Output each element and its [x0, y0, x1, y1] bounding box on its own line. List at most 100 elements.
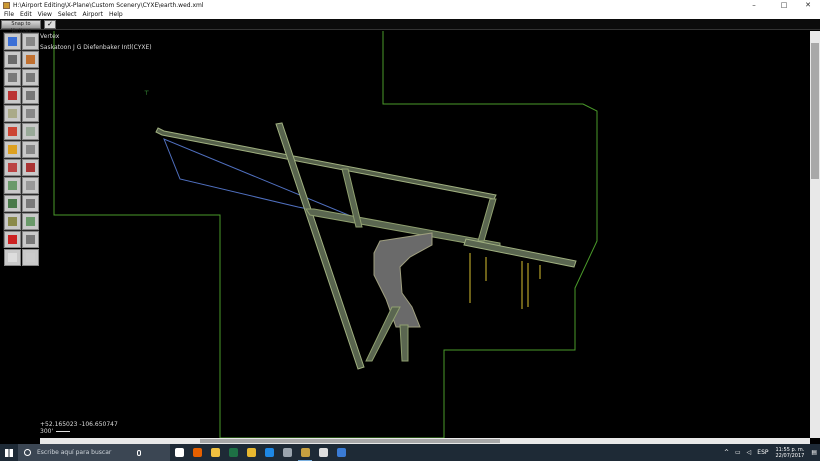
beacon-tool-icon: [8, 127, 17, 136]
edge-button[interactable]: [260, 444, 278, 461]
polygon-draw-tool[interactable]: [4, 213, 21, 230]
ramp-start-tool[interactable]: [22, 141, 39, 158]
exclusion-tool[interactable]: [22, 213, 39, 230]
airport-map[interactable]: ⊤: [40, 31, 810, 439]
runway-09-27: [155, 127, 497, 200]
light-fixture-tool[interactable]: [4, 159, 21, 176]
line-tool[interactable]: [22, 177, 39, 194]
file-explorer-button[interactable]: [206, 444, 224, 461]
start-button[interactable]: [0, 444, 18, 461]
line-tool-icon: [26, 181, 35, 190]
menu-edit[interactable]: Edit: [20, 11, 32, 18]
menu-select[interactable]: Select: [58, 11, 77, 18]
south-taxiway-2: [399, 324, 409, 362]
parking-tool-icon: [26, 253, 35, 262]
taxiway-tool[interactable]: [4, 51, 21, 68]
vertical-scrollbar[interactable]: [810, 31, 820, 438]
volume-icon[interactable]: ◁: [747, 449, 752, 456]
tower-tool[interactable]: [22, 123, 39, 140]
excel-button[interactable]: [224, 444, 242, 461]
menu-help[interactable]: Help: [109, 11, 123, 18]
light-tool[interactable]: [22, 87, 39, 104]
string-tool[interactable]: [22, 195, 39, 212]
wed-button[interactable]: [296, 444, 314, 461]
paint-button[interactable]: [332, 444, 350, 461]
minimize-button[interactable]: –: [742, 0, 766, 10]
horizontal-scroll-thumb[interactable]: [200, 439, 500, 443]
airport-name-label: Saskatoon J G Diefenbaker Intl(CYXE): [40, 44, 152, 51]
menu-file[interactable]: File: [4, 11, 14, 18]
delete-tool-icon: [8, 235, 17, 244]
window-title: H:\Airport Editing\X-Plane\Custom Scener…: [13, 1, 204, 9]
runway-tool-icon: [8, 73, 17, 82]
app-icon: [3, 1, 10, 9]
search-icon: [24, 449, 31, 456]
vertical-scroll-thumb[interactable]: [811, 43, 819, 179]
snap-checkbox[interactable]: ✓: [44, 20, 56, 29]
sealane-tool-icon: [26, 73, 35, 82]
clock[interactable]: 11:55 p. m. 22/07/2017: [776, 447, 805, 459]
windows-taskbar: Escribe aquí para buscar ^ ▭ ◁ ESP 11:55…: [0, 444, 820, 461]
obj-tool[interactable]: [4, 195, 21, 212]
menu-view[interactable]: View: [38, 11, 52, 18]
title-bar: H:\Airport Editing\X-Plane\Custom Scener…: [0, 0, 820, 10]
truck-tool[interactable]: [4, 249, 21, 266]
windsock-tool[interactable]: [22, 105, 39, 122]
xplane-button[interactable]: [278, 444, 296, 461]
excel-icon: [228, 448, 238, 457]
chrome-button[interactable]: [314, 444, 332, 461]
obj-tool-icon: [8, 199, 17, 208]
runway-15-33: [275, 122, 365, 370]
wed-icon: [300, 448, 310, 457]
notifications-icon[interactable]: ▤: [811, 449, 817, 456]
vertex-tool[interactable]: [22, 33, 39, 50]
delete-tool[interactable]: [4, 231, 21, 248]
string-tool-icon: [26, 199, 35, 208]
network-icon[interactable]: ▭: [735, 449, 741, 456]
beacon-tool[interactable]: [4, 123, 21, 140]
snap-to-vertices-button[interactable]: Snap to Vertices: [1, 20, 41, 34]
firefox-button[interactable]: [188, 444, 206, 461]
exclusion-tool-icon: [26, 217, 35, 226]
sign-tool-icon: [8, 109, 17, 118]
ramp-start-tool-icon: [26, 145, 35, 154]
task-view-button[interactable]: [170, 444, 188, 461]
map-canvas[interactable]: ⊤: [40, 31, 810, 439]
sealane-tool[interactable]: [22, 69, 39, 86]
runway-tool[interactable]: [4, 69, 21, 86]
microphone-icon[interactable]: [137, 449, 142, 456]
search-placeholder: Escribe aquí para buscar: [37, 449, 112, 456]
line-marking-tool[interactable]: [4, 141, 21, 158]
xplane-icon: [282, 448, 292, 457]
menu-airport[interactable]: Airport: [82, 11, 103, 18]
file-explorer-folder-button[interactable]: [242, 444, 260, 461]
helipad-tool[interactable]: [4, 87, 21, 104]
truck-tool-icon: [8, 253, 17, 262]
parking-tool[interactable]: [22, 249, 39, 266]
marquee-tool[interactable]: [4, 33, 21, 50]
edge-icon: [264, 448, 274, 457]
close-button[interactable]: ✕: [796, 0, 820, 10]
polygon-tool[interactable]: [22, 159, 39, 176]
language-indicator[interactable]: ESP: [757, 449, 768, 456]
tool-palette: [3, 32, 39, 266]
tool-options-bar: Snap to Vertices ✓: [0, 19, 820, 34]
helipad-tool-icon: [8, 91, 17, 100]
marquee-tool-icon: [8, 37, 17, 46]
polygon-draw-tool-icon: [8, 217, 17, 226]
forest-tool[interactable]: [4, 177, 21, 194]
light-fixture-tool-icon: [8, 163, 17, 172]
maximize-button[interactable]: □: [772, 0, 796, 10]
windows-logo-icon: [5, 448, 13, 457]
taskbar-apps: [170, 444, 350, 461]
cursor-coordinates: +52.165023 -106.650747: [40, 421, 118, 428]
chevron-up-icon[interactable]: ^: [724, 449, 729, 456]
taxiway-tool-icon: [8, 55, 17, 64]
taxi-route-tool-icon: [26, 235, 35, 244]
boundary-tool[interactable]: [22, 51, 39, 68]
taxiway-c: [477, 198, 497, 242]
taskbar-search[interactable]: Escribe aquí para buscar: [18, 444, 170, 461]
terminal-apron: [373, 232, 433, 328]
sign-tool[interactable]: [4, 105, 21, 122]
taxi-route-tool[interactable]: [22, 231, 39, 248]
